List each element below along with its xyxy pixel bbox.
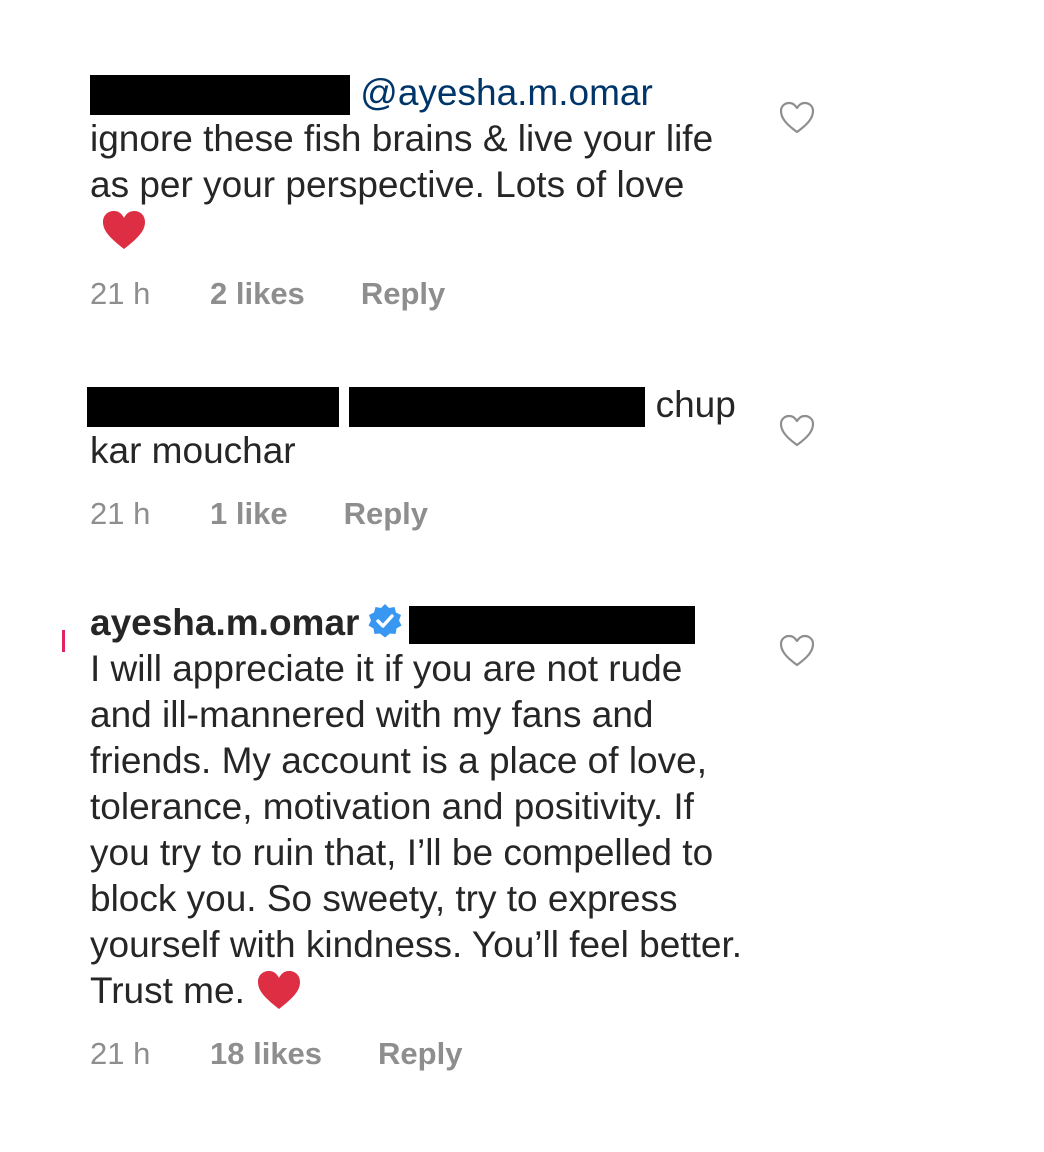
reply-button[interactable]: Reply — [378, 1036, 462, 1072]
like-heart-icon[interactable] — [779, 414, 815, 448]
redacted-username — [87, 387, 339, 428]
reply-button[interactable]: Reply — [361, 276, 445, 312]
comment-likes[interactable]: 2 likes — [210, 276, 305, 312]
comment-time: 21 h — [90, 276, 151, 311]
redacted-mention — [349, 387, 646, 428]
comment-1-meta: 21 h 2 likes Reply — [90, 274, 750, 314]
comment-1: @ayesha.m.omar ignore these fish brains … — [90, 70, 750, 314]
mention-link[interactable]: @ayesha.m.omar — [360, 72, 653, 113]
comment-likes[interactable]: 1 like — [210, 496, 288, 532]
comment-3-meta: 21 h 18 likes Reply — [90, 1034, 750, 1074]
comment-2-text-tail: chup — [655, 384, 736, 425]
comment-3: ayesha.m.omar I will appreciate it if yo… — [90, 600, 750, 1074]
redacted-mention — [409, 606, 696, 645]
comment-1-text: ignore these fish brains & live your lif… — [90, 118, 714, 205]
redacted-username — [90, 75, 350, 116]
reply-button[interactable]: Reply — [344, 496, 428, 532]
comment-3-text-block: ayesha.m.omar I will appreciate it if yo… — [90, 600, 750, 1014]
comment-time: 21 h — [90, 496, 151, 531]
comment-3-text: I will appreciate it if you are not rude… — [90, 648, 742, 1011]
comment-2-text-block: chup kar mouchar — [87, 382, 750, 474]
like-heart-icon[interactable] — [779, 101, 815, 135]
verified-badge-icon — [359, 602, 409, 643]
edge-marker — [62, 630, 65, 652]
comment-2-text: kar mouchar — [90, 430, 296, 471]
heart-emoji — [245, 970, 301, 1011]
like-heart-icon[interactable] — [779, 634, 815, 668]
comment-2: chup kar mouchar 21 h 1 like Reply — [87, 382, 750, 534]
comment-username[interactable]: ayesha.m.omar — [90, 602, 359, 643]
heart-emoji — [90, 210, 146, 251]
comment-time: 21 h — [90, 1036, 151, 1071]
comment-likes[interactable]: 18 likes — [210, 1036, 322, 1072]
comment-2-meta: 21 h 1 like Reply — [90, 494, 750, 534]
comment-1-text-block: @ayesha.m.omar ignore these fish brains … — [90, 70, 730, 254]
